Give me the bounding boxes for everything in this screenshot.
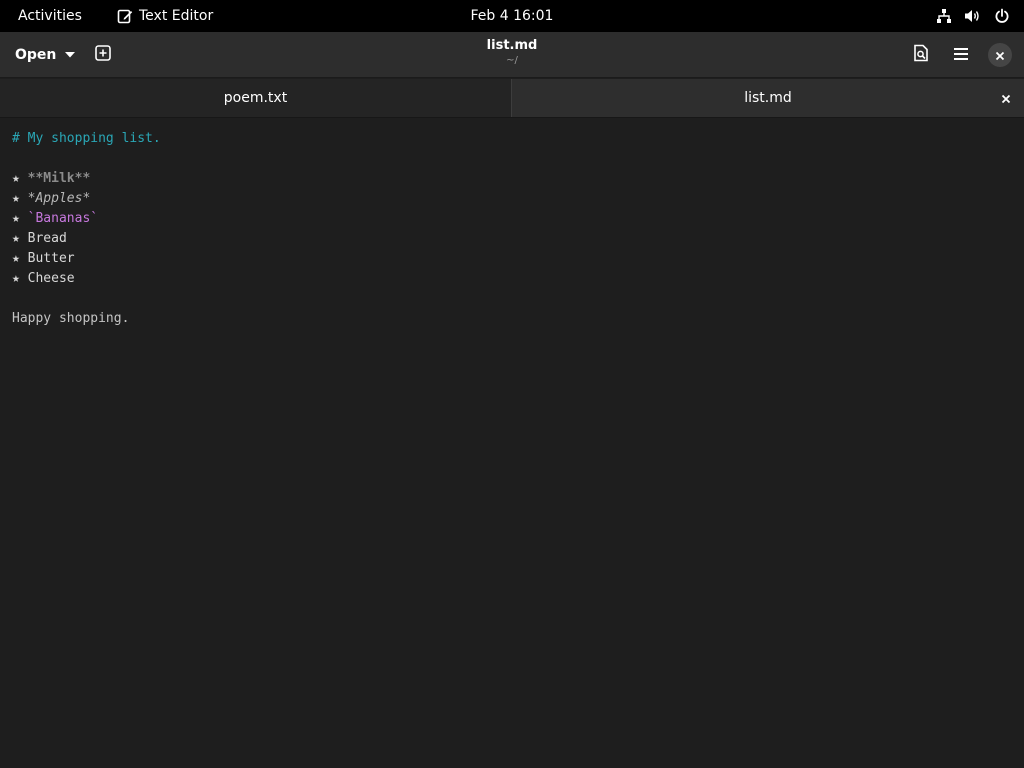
bullet-star: ★ bbox=[12, 211, 20, 226]
activities-button[interactable]: Activities bbox=[18, 0, 82, 32]
list-item-text: `Bananas` bbox=[27, 211, 99, 226]
window-title: list.md ~/ bbox=[0, 38, 1024, 68]
text-editor-area[interactable]: # My shopping list. ★ **Milk** ★ *Apples… bbox=[0, 119, 1024, 768]
list-item: ★ Cheese bbox=[12, 269, 1012, 289]
power-icon[interactable] bbox=[994, 8, 1010, 24]
search-document-icon bbox=[912, 44, 930, 66]
document-title: list.md bbox=[486, 38, 538, 53]
header-bar: Open list.md ~/ bbox=[0, 32, 1024, 78]
list-item: ★ **Milk** bbox=[12, 169, 1012, 189]
app-menu[interactable]: Text Editor bbox=[117, 0, 213, 32]
close-icon bbox=[1001, 89, 1011, 108]
document-path: ~/ bbox=[506, 55, 518, 66]
text-editor-icon bbox=[117, 8, 133, 24]
close-tab-button[interactable] bbox=[996, 88, 1016, 108]
close-icon bbox=[995, 46, 1005, 65]
list-item-text: **Milk** bbox=[27, 171, 91, 186]
hamburger-menu-icon bbox=[953, 46, 969, 65]
network-icon[interactable] bbox=[936, 8, 952, 24]
list-item: ★ Butter bbox=[12, 249, 1012, 269]
bullet-star: ★ bbox=[12, 251, 20, 266]
clock[interactable]: Feb 4 16:01 bbox=[471, 8, 554, 24]
system-tray[interactable] bbox=[936, 0, 1010, 32]
close-window-button[interactable] bbox=[988, 43, 1012, 67]
tab-bar: poem.txt list.md bbox=[0, 79, 1024, 118]
chevron-down-icon bbox=[64, 47, 76, 63]
heading-line: # My shopping list. bbox=[12, 131, 161, 146]
main-menu-button[interactable] bbox=[946, 40, 976, 70]
bullet-star: ★ bbox=[12, 191, 20, 206]
list-item: ★ `Bananas` bbox=[12, 209, 1012, 229]
open-label: Open bbox=[15, 47, 57, 63]
bullet-star: ★ bbox=[12, 171, 20, 186]
bullet-star: ★ bbox=[12, 271, 20, 286]
volume-icon[interactable] bbox=[964, 8, 982, 24]
top-bar: Activities Text Editor Feb 4 16:01 bbox=[0, 0, 1024, 32]
new-tab-icon bbox=[94, 44, 112, 66]
open-button[interactable]: Open bbox=[6, 40, 85, 70]
list-item: ★ Bread bbox=[12, 229, 1012, 249]
new-tab-button[interactable] bbox=[88, 40, 118, 70]
footer-line: Happy shopping. bbox=[12, 311, 130, 326]
list-item-text: Cheese bbox=[27, 271, 75, 286]
list-item-text: *Apples* bbox=[27, 191, 91, 206]
bullet-star: ★ bbox=[12, 231, 20, 246]
tab-poem[interactable]: poem.txt bbox=[0, 79, 511, 117]
list-item: ★ *Apples* bbox=[12, 189, 1012, 209]
app-name: Text Editor bbox=[139, 8, 214, 24]
tab-list[interactable]: list.md bbox=[512, 79, 1024, 117]
list-item-text: Butter bbox=[27, 251, 75, 266]
search-document-button[interactable] bbox=[906, 40, 936, 70]
list-item-text: Bread bbox=[27, 231, 67, 246]
